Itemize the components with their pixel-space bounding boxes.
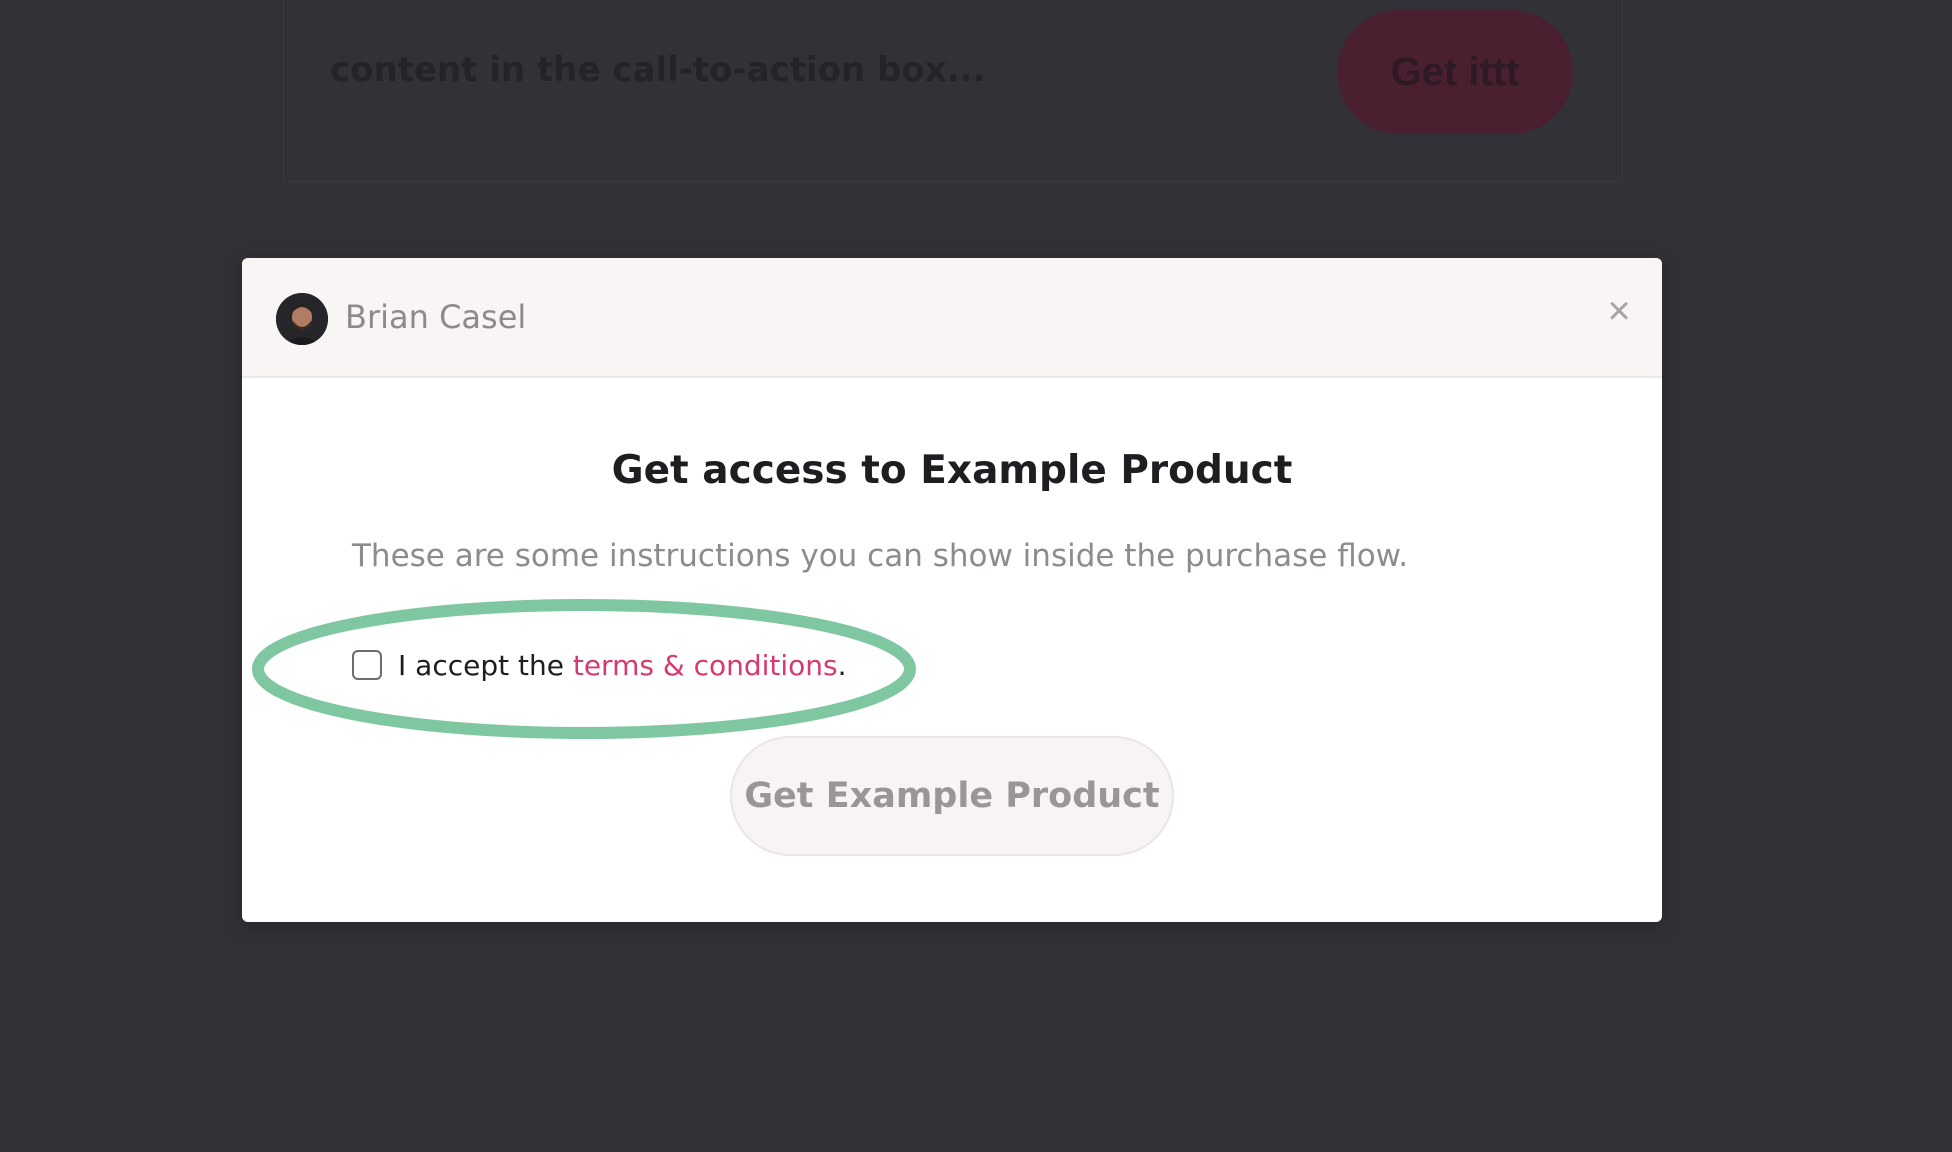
terms-label: I accept the terms & conditions.	[398, 649, 847, 682]
modal-header: Brian Casel ×	[242, 258, 1662, 378]
get-product-button[interactable]: Get Example Product	[730, 736, 1174, 856]
modal-instructions: These are some instructions you can show…	[352, 538, 1409, 574]
terms-row: I accept the terms & conditions.	[352, 648, 847, 682]
author-name: Brian Casel	[345, 298, 527, 336]
cta-button[interactable]: Get ittt	[1337, 10, 1573, 134]
cta-text: content in the call-to-action box...	[330, 50, 986, 90]
close-icon[interactable]: ×	[1602, 291, 1636, 331]
purchase-modal: Brian Casel × Get access to Example Prod…	[242, 258, 1662, 922]
terms-prefix: I accept the	[398, 648, 573, 682]
modal-title: Get access to Example Product	[611, 448, 1293, 493]
terms-suffix: .	[837, 648, 847, 682]
terms-link[interactable]: terms & conditions	[573, 649, 838, 682]
terms-checkbox[interactable]	[352, 650, 382, 680]
avatar	[276, 293, 328, 345]
